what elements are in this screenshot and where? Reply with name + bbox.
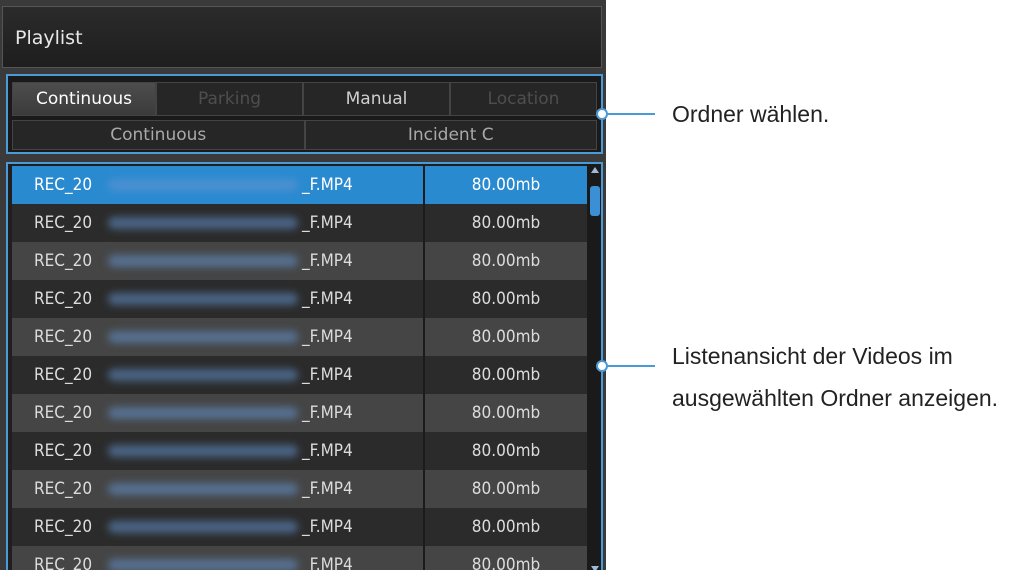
file-name-cell: REC_20 _F.MP4 [12, 394, 425, 432]
file-name-suffix: _F.MP4 [302, 441, 353, 461]
file-name-suffix: _F.MP4 [302, 403, 353, 423]
file-row[interactable]: REC_20 _F.MP4 80.00mb [12, 204, 587, 242]
redacted-timestamp [108, 331, 298, 343]
file-size-cell: 80.00mb [471, 289, 541, 309]
video-file-list: REC_20 _F.MP4 80.00mb REC_20 _F.MP4 80.00mb RE… [6, 162, 603, 570]
file-row[interactable]: REC_20 _F.MP4 80.00mb [12, 394, 587, 432]
list-annotation-line1: Listenansicht der Videos im [672, 343, 953, 369]
file-name-prefix: REC_20 [34, 555, 93, 570]
file-name-prefix: REC_20 [34, 289, 93, 309]
file-size-cell: 80.00mb [471, 213, 541, 233]
folder-callout-line [603, 113, 655, 115]
file-size-cell: 80.00mb [471, 555, 541, 570]
file-name-cell: REC_20 _F.MP4 [12, 470, 425, 508]
file-name-suffix: _F.MP4 [302, 289, 353, 309]
file-name-suffix: _F.MP4 [302, 327, 353, 347]
file-size-cell: 80.00mb [471, 517, 541, 537]
file-name-cell: REC_20 _F.MP4 [12, 204, 425, 242]
scroll-up-icon[interactable] [591, 167, 599, 173]
file-name-cell: REC_20 _F.MP4 [12, 166, 425, 204]
redacted-timestamp [108, 407, 298, 419]
file-row[interactable]: REC_20 _F.MP4 80.00mb [12, 432, 587, 470]
file-name-suffix: _F.MP4 [302, 175, 353, 195]
list-callout-dot [596, 360, 608, 372]
file-size-cell: 80.00mb [471, 403, 541, 423]
scroll-thumb[interactable] [590, 186, 600, 216]
redacted-timestamp [108, 483, 298, 495]
window-title: Playlist [15, 27, 83, 49]
file-name-cell: REC_20 _F.MP4 [12, 432, 425, 470]
file-name-cell: REC_20 _F.MP4 [12, 508, 425, 546]
redacted-timestamp [108, 559, 298, 570]
tab-location[interactable]: Location [450, 82, 597, 116]
file-size-cell: 80.00mb [471, 479, 541, 499]
file-size-cell: 80.00mb [471, 251, 541, 271]
redacted-timestamp [108, 369, 298, 381]
redacted-timestamp [108, 293, 298, 305]
scroll-down-icon[interactable] [591, 566, 599, 570]
file-size-cell: 80.00mb [471, 175, 541, 195]
file-name-prefix: REC_20 [34, 479, 93, 499]
file-size-cell: 80.00mb [471, 327, 541, 347]
list-annotation-line2: ausgewählten Ordner anzeigen. [672, 385, 999, 411]
folder-selector: Continuous Parking Manual Location Conti… [6, 74, 603, 154]
tab-continuous[interactable]: Continuous [12, 82, 156, 116]
file-name-prefix: REC_20 [34, 327, 93, 347]
file-name-suffix: _F.MP4 [302, 479, 353, 499]
redacted-timestamp [108, 217, 298, 229]
file-name-suffix: _F.MP4 [302, 213, 353, 233]
file-name-cell: REC_20 _F.MP4 [12, 318, 425, 356]
file-name-prefix: REC_20 [34, 517, 93, 537]
file-row[interactable]: REC_20 _F.MP4 80.00mb [12, 242, 587, 280]
file-row[interactable]: REC_20 _F.MP4 80.00mb [12, 356, 587, 394]
file-name-suffix: _F.MP4 [302, 517, 353, 537]
file-row[interactable]: REC_20 _F.MP4 80.00mb [12, 166, 587, 204]
file-size-cell: 80.00mb [471, 365, 541, 385]
tab-manual[interactable]: Manual [303, 82, 450, 116]
file-name-prefix: REC_20 [34, 213, 93, 233]
file-row[interactable]: REC_20 _F.MP4 80.00mb [12, 470, 587, 508]
folder-tabs-row1: Continuous Parking Manual Location [12, 82, 597, 116]
redacted-timestamp [108, 445, 298, 457]
redacted-timestamp [108, 179, 298, 191]
file-name-prefix: REC_20 [34, 175, 93, 195]
file-name-cell: REC_20 _F.MP4 [12, 280, 425, 318]
file-name-cell: REC_20 _F.MP4 [12, 546, 425, 570]
file-name-prefix: REC_20 [34, 251, 93, 271]
file-row[interactable]: REC_20 _F.MP4 80.00mb [12, 280, 587, 318]
file-row[interactable]: REC_20 _F.MP4 80.00mb [12, 546, 587, 570]
file-name-suffix: _F.MP4 [302, 555, 353, 570]
tab-parking[interactable]: Parking [156, 82, 303, 116]
file-name-prefix: REC_20 [34, 403, 93, 423]
folder-annotation: Ordner wählen. [672, 101, 830, 127]
folder-tabs-row2: Continuous Incident C [12, 120, 597, 150]
file-name-prefix: REC_20 [34, 441, 93, 461]
list-callout-line [603, 365, 655, 367]
subtab-continuous[interactable]: Continuous [12, 120, 305, 150]
title-bar: Playlist [2, 6, 602, 68]
folder-callout-dot [596, 108, 608, 120]
playlist-panel: Playlist Continuous Parking Manual Locat… [0, 0, 606, 570]
redacted-timestamp [108, 521, 298, 533]
file-name-cell: REC_20 _F.MP4 [12, 356, 425, 394]
file-row[interactable]: REC_20 _F.MP4 80.00mb [12, 508, 587, 546]
subtab-incident[interactable]: Incident C [304, 120, 597, 150]
file-name-prefix: REC_20 [34, 365, 93, 385]
file-row[interactable]: REC_20 _F.MP4 80.00mb [12, 318, 587, 356]
redacted-timestamp [108, 255, 298, 267]
file-size-cell: 80.00mb [471, 441, 541, 461]
file-name-cell: REC_20 _F.MP4 [12, 242, 425, 280]
file-name-suffix: _F.MP4 [302, 365, 353, 385]
file-name-suffix: _F.MP4 [302, 251, 353, 271]
